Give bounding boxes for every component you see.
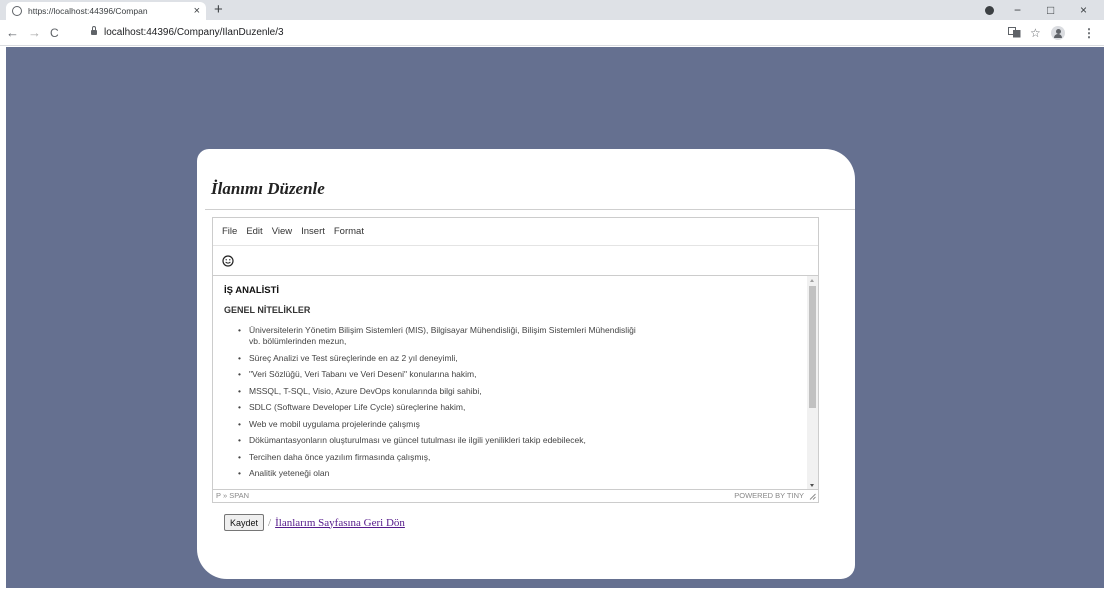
editor-toolbar bbox=[213, 246, 818, 276]
address-bar[interactable]: localhost:44396/Company/IlanDuzenle/3 bbox=[104, 25, 284, 41]
page-title: İlanımı Düzenle bbox=[211, 179, 325, 198]
bookmark-star-icon[interactable]: ☆ bbox=[1030, 25, 1041, 41]
profile-indicator-icon[interactable] bbox=[985, 6, 994, 15]
list-item: Tercihen daha önce yazılım firmasında ça… bbox=[238, 452, 796, 463]
edit-listing-card: İlanımı Düzenle File Edit View Insert Fo… bbox=[197, 149, 855, 579]
separator: / bbox=[268, 516, 272, 529]
editor-scrollbar[interactable] bbox=[807, 276, 818, 490]
tab-title: https://localhost:44396/Compan bbox=[28, 6, 148, 16]
list-item: Üniversitelerin Yönetim Bilişim Sistemle… bbox=[238, 325, 796, 347]
title-divider bbox=[205, 209, 855, 210]
browser-menu-icon[interactable]: ⋮ bbox=[1083, 25, 1095, 41]
scroll-up-arrow-icon[interactable] bbox=[807, 276, 818, 286]
save-button[interactable]: Kaydet bbox=[224, 514, 265, 531]
forward-arrow-icon[interactable]: → bbox=[28, 24, 41, 42]
lock-icon[interactable] bbox=[91, 26, 97, 35]
back-arrow-icon[interactable]: ← bbox=[6, 24, 19, 42]
powered-by-tiny-link[interactable]: POWERED BY TINY bbox=[734, 491, 804, 500]
translate-icon[interactable] bbox=[1008, 27, 1021, 38]
browser-toolbar: ← → C localhost:44396/Company/IlanDuzenl… bbox=[0, 20, 1104, 46]
page-background: İlanımı Düzenle File Edit View Insert Fo… bbox=[6, 47, 1104, 588]
new-tab-button[interactable]: + bbox=[214, 1, 223, 19]
list-item: Dökümantasyonların oluşturulması ve günc… bbox=[238, 435, 796, 446]
element-path[interactable]: P » SPAN bbox=[216, 491, 249, 500]
browser-tab[interactable]: https://localhost:44396/Compan × bbox=[6, 2, 206, 20]
reload-icon[interactable]: C bbox=[50, 24, 59, 42]
editor-content-area[interactable]: İŞ ANALİSTİ GENEL NİTELİKLER Üniversitel… bbox=[213, 276, 818, 490]
menu-edit[interactable]: Edit bbox=[246, 226, 262, 237]
list-item: Analitik yeteneği olan bbox=[238, 468, 796, 479]
job-title-heading: İŞ ANALİSTİ bbox=[224, 285, 280, 296]
list-item: MSSQL, T-SQL, Visio, Azure DevOps konula… bbox=[238, 386, 796, 397]
maximize-button[interactable]: □ bbox=[1047, 2, 1054, 18]
profile-avatar-icon[interactable] bbox=[1051, 26, 1065, 40]
minimize-button[interactable]: − bbox=[1014, 2, 1021, 18]
browser-tabstrip: https://localhost:44396/Compan × + − □ × bbox=[0, 0, 1104, 20]
editor-menubar: File Edit View Insert Format bbox=[213, 218, 818, 246]
list-item: Web ve mobil uygulama projelerinde çalış… bbox=[238, 419, 796, 430]
menu-file[interactable]: File bbox=[222, 226, 237, 237]
qualifications-heading: GENEL NİTELİKLER bbox=[224, 305, 311, 315]
back-to-listings-link[interactable]: İlanlarım Sayfasına Geri Dön bbox=[275, 517, 405, 529]
qualifications-list: Üniversitelerin Yönetim Bilişim Sistemle… bbox=[224, 325, 796, 479]
list-item: "Veri Sözlüğü, Veri Tabanı ve Veri Desen… bbox=[238, 369, 796, 380]
smiley-icon bbox=[222, 254, 234, 267]
menu-format[interactable]: Format bbox=[334, 226, 364, 237]
resize-handle-icon[interactable] bbox=[809, 493, 816, 500]
emoticon-button[interactable] bbox=[221, 254, 235, 268]
rich-text-editor: File Edit View Insert Format İŞ ANALİSTİ… bbox=[212, 217, 819, 503]
menu-insert[interactable]: Insert bbox=[301, 226, 325, 237]
close-window-button[interactable]: × bbox=[1080, 2, 1087, 18]
tab-close-icon[interactable]: × bbox=[194, 5, 200, 17]
scrollbar-thumb[interactable] bbox=[809, 286, 816, 408]
menu-view[interactable]: View bbox=[272, 226, 292, 237]
globe-icon bbox=[12, 6, 22, 16]
form-actions: Kaydet / İlanlarım Sayfasına Geri Dön bbox=[224, 514, 405, 531]
list-item: Süreç Analizi ve Test süreçlerinde en az… bbox=[238, 353, 796, 364]
editor-statusbar: P » SPAN POWERED BY TINY bbox=[213, 489, 818, 502]
list-item: SDLC (Software Developer Life Cycle) sür… bbox=[238, 402, 796, 413]
